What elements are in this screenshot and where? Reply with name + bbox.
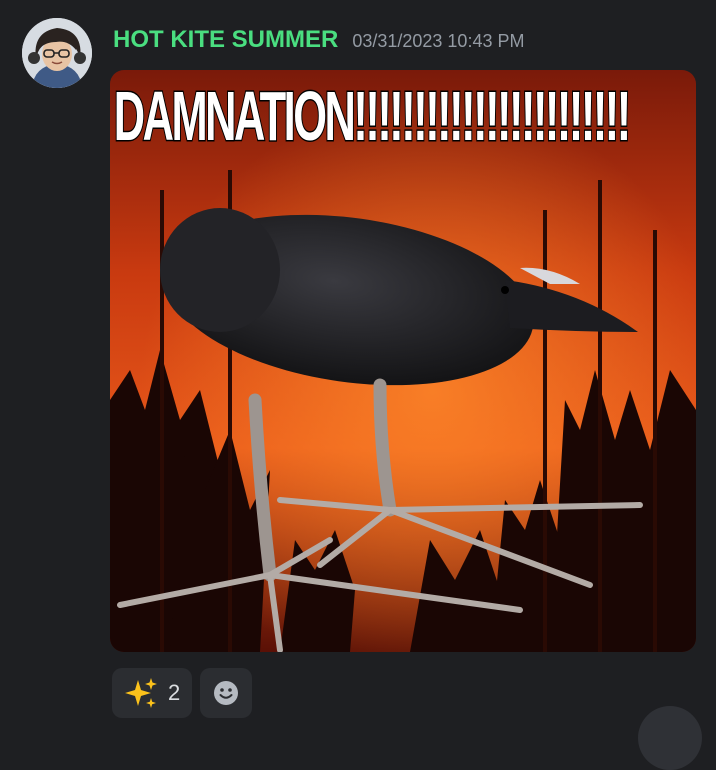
meme-caption: DAMNATION!!!!!!!!!!!!!!!!!!!!!!!: [113, 77, 632, 155]
image-attachment[interactable]: DAMNATION!!!!!!!!!!!!!!!!!!!!!!!: [110, 70, 696, 652]
message-header: HOT KITE SUMMER 03/31/2023 10:43 PM: [113, 26, 524, 54]
timestamp: 03/31/2023 10:43 PM: [352, 31, 525, 51]
sparkles-icon: [125, 678, 157, 708]
fire-crow-image: [110, 70, 696, 652]
scroll-to-bottom-button[interactable]: [638, 706, 702, 770]
reaction-sparkles[interactable]: 2: [112, 668, 193, 718]
avatar-illustration: [22, 18, 92, 88]
reaction-count: 2: [168, 680, 181, 705]
add-reaction-button[interactable]: [200, 668, 253, 718]
username[interactable]: HOT KITE SUMMER: [113, 26, 338, 54]
user-avatar[interactable]: [22, 18, 92, 88]
smiley-add-reaction-icon: [214, 681, 239, 705]
reaction-bar: 2: [112, 668, 253, 718]
